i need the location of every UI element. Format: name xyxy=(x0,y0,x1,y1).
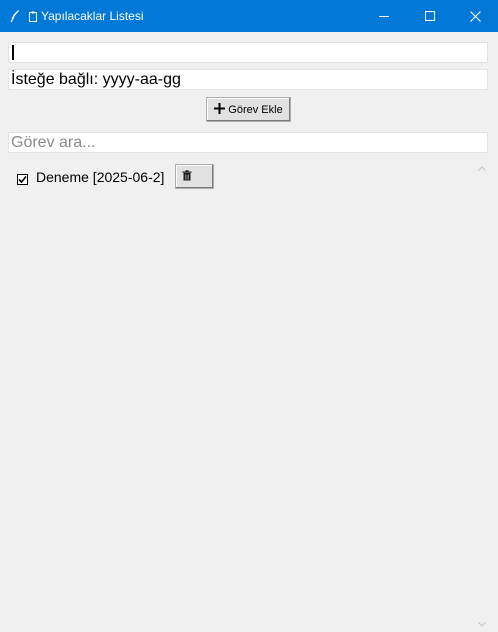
close-icon xyxy=(469,10,481,22)
clipboard-icon xyxy=(29,2,37,34)
chevron-down-icon xyxy=(477,614,486,632)
task-checkbox[interactable] xyxy=(17,174,28,185)
feather-icon xyxy=(9,9,21,23)
close-button[interactable] xyxy=(452,0,498,32)
window-title: Yapılacaklar Listesi xyxy=(29,0,144,34)
task-list: Deneme [2025-06-2] xyxy=(8,158,473,631)
vertical-scrollbar[interactable] xyxy=(473,158,490,631)
delete-task-button[interactable] xyxy=(175,164,214,189)
checkmark-icon xyxy=(18,171,27,189)
search-input[interactable]: Görev ara... xyxy=(8,132,488,153)
window-title-text: Yapılacaklar Listesi xyxy=(41,9,144,23)
minimize-button[interactable] xyxy=(361,0,407,32)
title-bar: Yapılacaklar Listesi xyxy=(0,0,498,32)
scroll-up-button[interactable] xyxy=(473,158,490,175)
task-label: Deneme [2025-06-2] xyxy=(36,169,165,185)
scroll-down-button[interactable] xyxy=(473,614,490,631)
chevron-up-icon xyxy=(477,158,486,176)
task-input[interactable] xyxy=(8,42,488,63)
add-task-label: Görev Ekle xyxy=(228,103,283,116)
minimize-icon xyxy=(379,11,389,21)
list-item: Deneme [2025-06-2] xyxy=(8,162,308,190)
plus-icon xyxy=(214,102,226,117)
trash-icon xyxy=(182,168,192,186)
maximize-icon xyxy=(425,11,435,21)
date-input-value: İsteğe bağlı: yyyy-aa-gg xyxy=(11,71,181,88)
search-placeholder: Görev ara... xyxy=(11,134,96,151)
text-caret xyxy=(12,45,14,60)
maximize-button[interactable] xyxy=(407,0,453,32)
date-input[interactable]: İsteğe bağlı: yyyy-aa-gg xyxy=(8,69,488,90)
add-task-button[interactable]: Görev Ekle xyxy=(206,97,291,122)
